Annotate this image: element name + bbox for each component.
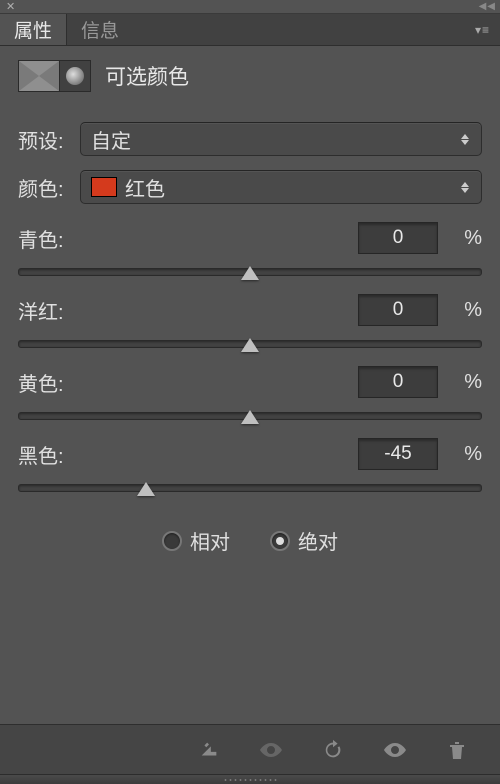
pct-label: % xyxy=(446,227,482,250)
color-value: 红色 xyxy=(125,173,165,202)
mask-icon[interactable] xyxy=(59,60,91,92)
panel-menu-icon[interactable]: ▾≡ xyxy=(465,14,500,45)
delete-button[interactable] xyxy=(426,730,488,770)
slider-label: 洋红: xyxy=(18,296,358,325)
radio-label: 相对 xyxy=(190,526,230,555)
selective-color-icon xyxy=(18,60,60,92)
color-swatch xyxy=(91,177,117,197)
view-previous-button[interactable] xyxy=(240,730,302,770)
slider-label: 黄色: xyxy=(18,368,358,397)
color-row: 颜色: 红色 xyxy=(18,170,482,204)
slider-thumb[interactable] xyxy=(241,410,259,424)
slider-thumb[interactable] xyxy=(241,338,259,352)
cyan-slider-track[interactable] xyxy=(18,268,482,276)
close-icon[interactable]: ✕ xyxy=(6,0,15,13)
radio-label: 绝对 xyxy=(298,526,338,555)
tab-row: 属性 信息 ▾≡ xyxy=(0,14,500,46)
collapse-icon[interactable]: ◀◀ xyxy=(479,1,496,12)
slider-thumb[interactable] xyxy=(241,266,259,280)
preset-label: 预设: xyxy=(18,125,76,154)
resize-grip[interactable] xyxy=(0,774,500,784)
radio-icon xyxy=(270,531,290,551)
tab-properties[interactable]: 属性 xyxy=(0,14,67,45)
preset-value: 自定 xyxy=(91,125,131,154)
tab-info[interactable]: 信息 xyxy=(67,14,133,45)
properties-panel: ✕ ◀◀ 属性 信息 ▾≡ 可选颜色 预设: 自定 颜色: 红色 xyxy=(0,0,500,784)
color-select[interactable]: 红色 xyxy=(80,170,482,204)
pct-label: % xyxy=(446,443,482,466)
black-input[interactable] xyxy=(358,438,438,470)
preset-select[interactable]: 自定 xyxy=(80,122,482,156)
magenta-slider-track[interactable] xyxy=(18,340,482,348)
radio-relative[interactable]: 相对 xyxy=(162,526,230,555)
slider-cyan: 青色: % xyxy=(18,222,482,276)
yellow-input[interactable] xyxy=(358,366,438,398)
panel-body: 预设: 自定 颜色: 红色 青色: % xyxy=(0,102,500,724)
panel-footer xyxy=(0,724,500,774)
preset-row: 预设: 自定 xyxy=(18,122,482,156)
color-label: 颜色: xyxy=(18,173,76,202)
mode-radio-group: 相对 绝对 xyxy=(18,526,482,555)
magenta-input[interactable] xyxy=(358,294,438,326)
pct-label: % xyxy=(446,299,482,322)
updown-icon xyxy=(459,182,471,193)
visibility-button[interactable] xyxy=(364,730,426,770)
radio-absolute[interactable]: 绝对 xyxy=(270,526,338,555)
clip-to-layer-button[interactable] xyxy=(178,730,240,770)
cyan-input[interactable] xyxy=(358,222,438,254)
slider-yellow: 黄色: % xyxy=(18,366,482,420)
updown-icon xyxy=(459,134,471,145)
slider-magenta: 洋红: % xyxy=(18,294,482,348)
black-slider-track[interactable] xyxy=(18,484,482,492)
panel-topbar: ✕ ◀◀ xyxy=(0,0,500,14)
adjustment-title: 可选颜色 xyxy=(105,61,189,91)
adjustment-icon-group xyxy=(18,60,91,92)
slider-label: 黑色: xyxy=(18,440,358,469)
radio-icon xyxy=(162,531,182,551)
slider-thumb[interactable] xyxy=(137,482,155,496)
yellow-slider-track[interactable] xyxy=(18,412,482,420)
slider-label: 青色: xyxy=(18,224,358,253)
adjustment-header: 可选颜色 xyxy=(0,46,500,102)
slider-black: 黑色: % xyxy=(18,438,482,492)
reset-button[interactable] xyxy=(302,730,364,770)
pct-label: % xyxy=(446,371,482,394)
